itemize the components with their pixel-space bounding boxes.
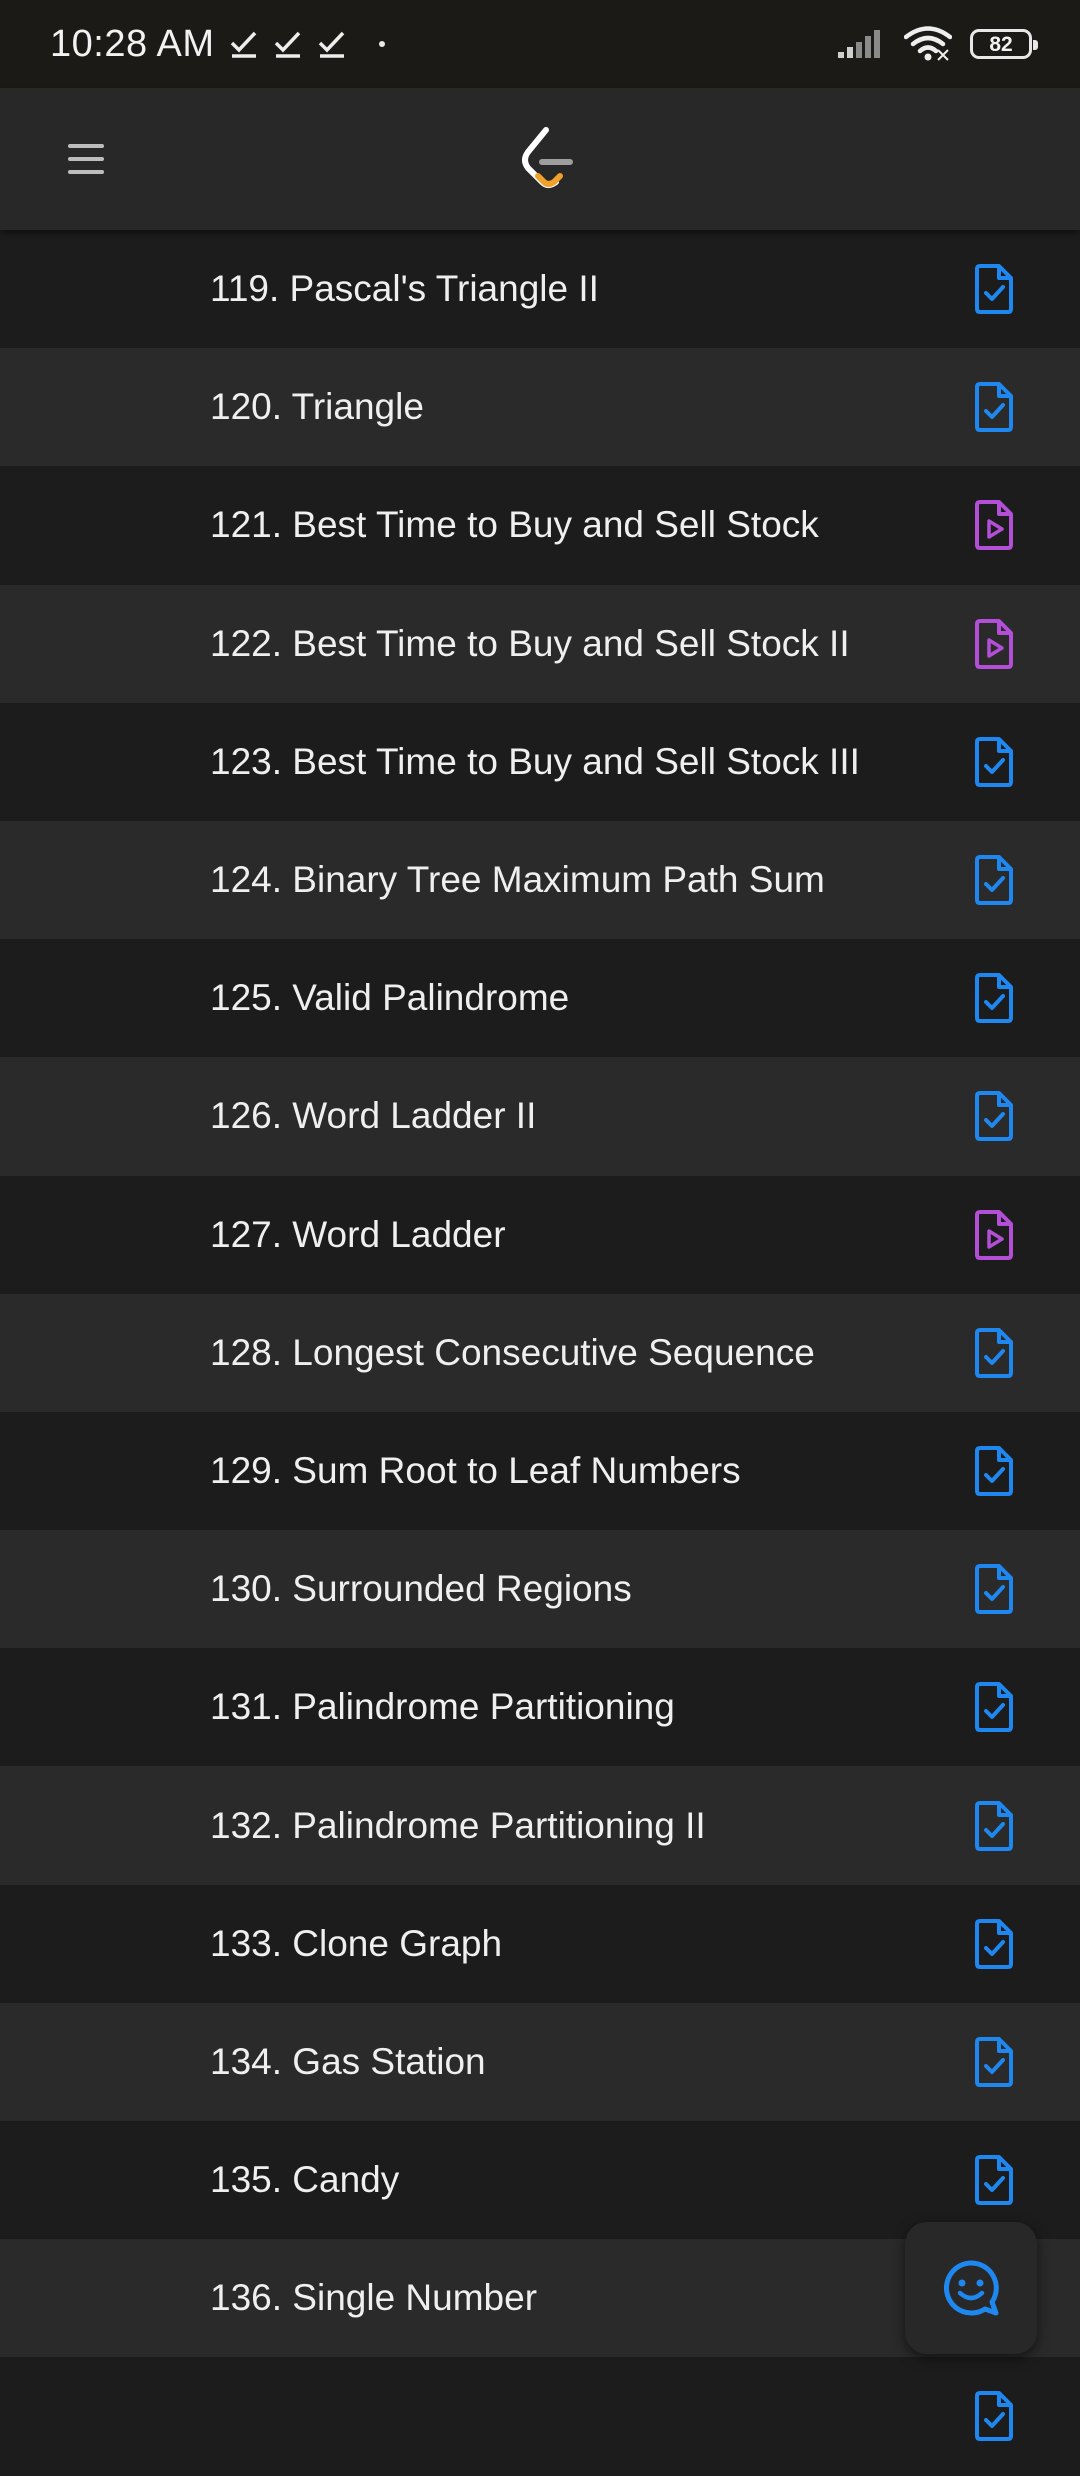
solution-check-icon[interactable] xyxy=(972,2154,1016,2206)
problem-row[interactable]: 119. Pascal's Triangle II xyxy=(0,230,1080,349)
problem-row[interactable] xyxy=(0,2357,1080,2476)
problem-title: 122. Best Time to Buy and Sell Stock II xyxy=(210,622,850,664)
check-notification-icon xyxy=(274,31,300,58)
chat-smiley-icon xyxy=(943,2260,999,2316)
status-bar: 10:28 AM 82 xyxy=(0,0,1080,88)
solution-check-icon[interactable] xyxy=(972,1090,1016,1142)
status-right-icons: 82 xyxy=(836,26,1038,62)
problem-title: 119. Pascal's Triangle II xyxy=(210,268,599,310)
problem-row[interactable]: 128. Longest Consecutive Sequence xyxy=(0,1293,1080,1412)
check-notification-icon xyxy=(230,31,256,58)
solution-check-icon[interactable] xyxy=(972,2390,1016,2442)
problem-title: 132. Palindrome Partitioning II xyxy=(210,1804,706,1846)
leetcode-logo-icon[interactable] xyxy=(516,124,576,194)
problem-title: 136. Single Number xyxy=(210,2277,538,2319)
problem-row[interactable]: 134. Gas Station xyxy=(0,2002,1080,2121)
problem-row[interactable]: 131. Palindrome Partitioning xyxy=(0,1648,1080,1767)
problem-row[interactable]: 125. Valid Palindrome xyxy=(0,939,1080,1058)
problem-row[interactable]: 127. Word Ladder xyxy=(0,1175,1080,1294)
solution-check-icon[interactable] xyxy=(972,1563,1016,1615)
wifi-icon xyxy=(904,26,952,61)
video-solution-icon[interactable] xyxy=(972,1209,1016,1261)
solution-check-icon[interactable] xyxy=(972,1327,1016,1379)
chat-fab-button[interactable] xyxy=(905,2222,1037,2354)
cellular-signal-icon xyxy=(838,30,880,58)
problem-list: 119. Pascal's Triangle II 120. Triangle 12… xyxy=(0,230,1080,2476)
solution-check-icon[interactable] xyxy=(972,972,1016,1024)
notification-icons xyxy=(229,29,347,59)
solution-check-icon[interactable] xyxy=(972,1800,1016,1852)
dot-notification-icon xyxy=(378,41,385,47)
hamburger-menu-icon xyxy=(68,144,104,174)
problem-title: 130. Surrounded Regions xyxy=(210,1568,632,1610)
problem-row[interactable]: 120. Triangle xyxy=(0,348,1080,467)
problem-row[interactable]: 123. Best Time to Buy and Sell Stock III xyxy=(0,702,1080,821)
video-solution-icon[interactable] xyxy=(972,618,1016,670)
problem-title: 120. Triangle xyxy=(210,386,424,428)
problem-row[interactable]: 135. Candy xyxy=(0,2121,1080,2240)
app-bar xyxy=(0,88,1080,230)
problem-row[interactable]: 129. Sum Root to Leaf Numbers xyxy=(0,1411,1080,1531)
problem-title: 124. Binary Tree Maximum Path Sum xyxy=(210,859,825,901)
problem-row[interactable]: 130. Surrounded Regions xyxy=(0,1530,1080,1649)
solution-check-icon[interactable] xyxy=(972,1918,1016,1970)
menu-button[interactable] xyxy=(50,123,122,195)
check-notification-icon xyxy=(318,31,344,58)
problem-row[interactable]: 132. Palindrome Partitioning II xyxy=(0,1766,1080,1885)
problem-title: 121. Best Time to Buy and Sell Stock xyxy=(210,504,819,546)
problem-title: 128. Longest Consecutive Sequence xyxy=(210,1331,815,1373)
solution-check-icon[interactable] xyxy=(972,1445,1016,1497)
battery-icon: 82 xyxy=(970,29,1038,59)
battery-level: 82 xyxy=(989,32,1013,56)
solution-check-icon[interactable] xyxy=(972,736,1016,788)
status-time: 10:28 AM xyxy=(50,22,215,65)
problem-title: 135. Candy xyxy=(210,2159,400,2201)
video-solution-icon[interactable] xyxy=(972,499,1016,551)
solution-check-icon[interactable] xyxy=(972,2036,1016,2088)
problem-title: 127. Word Ladder xyxy=(210,1213,506,1255)
solution-check-icon[interactable] xyxy=(972,381,1016,433)
problem-title: 134. Gas Station xyxy=(210,2040,486,2082)
problem-row[interactable]: 124. Binary Tree Maximum Path Sum xyxy=(0,820,1080,940)
solution-check-icon[interactable] xyxy=(972,854,1016,906)
solution-check-icon[interactable] xyxy=(972,1681,1016,1733)
problem-title: 125. Valid Palindrome xyxy=(210,977,570,1019)
problem-row[interactable]: 126. Word Ladder II xyxy=(0,1057,1080,1176)
problem-row[interactable]: 122. Best Time to Buy and Sell Stock II xyxy=(0,584,1080,703)
problem-title: 129. Sum Root to Leaf Numbers xyxy=(210,1449,741,1491)
problem-title: 131. Palindrome Partitioning xyxy=(210,1686,675,1728)
problem-title: 126. Word Ladder II xyxy=(210,1095,537,1137)
problem-title: 133. Clone Graph xyxy=(210,1922,503,1964)
problem-row[interactable]: 121. Best Time to Buy and Sell Stock xyxy=(0,466,1080,585)
solution-check-icon[interactable] xyxy=(972,263,1016,315)
problem-title: 123. Best Time to Buy and Sell Stock III xyxy=(210,740,860,782)
problem-row[interactable]: 133. Clone Graph xyxy=(0,1884,1080,2003)
